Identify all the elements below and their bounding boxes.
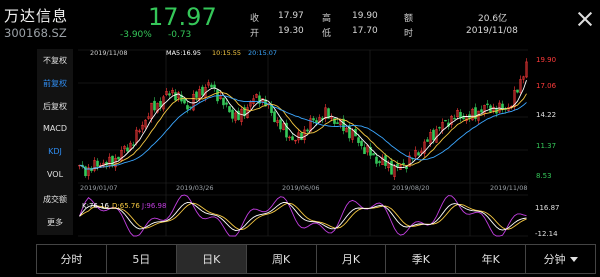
side-item-kdj[interactable]: KDJ: [37, 147, 73, 156]
kdj-axis-label: -12.14: [535, 230, 558, 238]
candle-body: [213, 84, 216, 89]
price-axis-label: 11.37: [536, 142, 556, 150]
tab-monthly-k-label: 月K: [341, 253, 361, 266]
price-axis-label: 17.06: [536, 82, 557, 90]
candle-body: [195, 91, 198, 98]
candle-body: [201, 86, 204, 96]
chart-date-label: 2019/11/08: [90, 49, 127, 57]
candle-body: [312, 118, 315, 121]
tab-weekly-k[interactable]: 周K: [246, 244, 317, 274]
candle-body: [126, 147, 129, 152]
candle-body: [300, 132, 303, 140]
date-axis-label: 2019/11/08: [490, 184, 527, 192]
kdj-legend: K:76.16 D:65.76 J:96.98: [82, 202, 166, 210]
candle-body: [231, 109, 234, 119]
candle-body: [363, 147, 366, 155]
candle-body: [159, 101, 162, 108]
kdj-axis-label: 116.87: [535, 204, 560, 212]
ma-legend-item: MA5:16.95: [166, 49, 201, 57]
candle-body: [444, 119, 447, 122]
tab-yearly-k-label: 年K: [481, 253, 500, 266]
candle-body: [168, 93, 171, 96]
candle-body: [222, 97, 225, 106]
kdj-legend-item: K:76.16: [82, 202, 110, 210]
candle-body: [390, 160, 393, 175]
ma-legend: MA5:16.95 10:15.55 20:15.07: [166, 49, 277, 57]
tab-weekly-k-label: 周K: [271, 253, 291, 266]
candle-body: [210, 84, 213, 88]
tab-monthly-k[interactable]: 月K: [316, 244, 387, 274]
price-axis-label: 14.22: [536, 111, 556, 119]
candle-body: [189, 106, 192, 108]
candle-body: [315, 120, 318, 123]
candle-body: [291, 136, 294, 141]
candle-body: [273, 111, 276, 122]
indicator-side-panel: 不复权 前复权 后复权 MACD KDJ VOL 成交额 更多: [37, 49, 73, 235]
tab-yearly-k[interactable]: 年K: [456, 244, 527, 274]
date-axis-label: 2019/03/26: [176, 184, 213, 192]
ma-legend-item: 20:15.07: [248, 49, 277, 57]
candle-body: [279, 119, 282, 130]
price-axis-label: 8.53: [536, 172, 552, 180]
tab-5day[interactable]: 5日: [106, 244, 177, 274]
chevron-down-icon: [569, 256, 578, 262]
kdj-axis-labels: 116.87 -12.14: [535, 204, 560, 238]
date-axis-label: 2019/01/07: [80, 184, 117, 192]
candle-body: [480, 109, 483, 113]
candle-body: [174, 92, 177, 101]
side-item-turnover[interactable]: 成交额: [37, 194, 73, 205]
tab-quarterly-k[interactable]: 季K: [386, 244, 457, 274]
ma-legend-item: 10:15.55: [212, 49, 241, 57]
side-item-forward-adjust[interactable]: 前复权: [37, 78, 73, 89]
side-item-macd[interactable]: MACD: [37, 124, 73, 133]
date-axis-labels: 2019/01/07 2019/03/26 2019/06/06 2019/08/20…: [80, 184, 527, 192]
candle-body: [336, 122, 339, 124]
tab-quarterly-k-label: 季K: [411, 253, 430, 266]
candle-body: [372, 153, 375, 156]
side-item-vol[interactable]: VOL: [37, 170, 73, 179]
candle-body: [153, 100, 156, 111]
candle-body: [375, 156, 378, 164]
candle-body: [228, 106, 231, 113]
date-axis-label: 2019/08/20: [392, 184, 429, 192]
candle-body: [357, 137, 360, 143]
tab-daily-k[interactable]: 日K: [176, 244, 247, 274]
candle-body: [360, 140, 363, 147]
side-item-no-adjust[interactable]: 不复权: [37, 55, 73, 66]
candle-body: [111, 155, 114, 167]
tab-minute[interactable]: 分钟: [526, 244, 596, 274]
ma10-line: [79, 91, 527, 170]
kdj-legend-item: D:65.76: [112, 202, 140, 210]
candle-body: [96, 160, 99, 167]
candle-body: [342, 118, 345, 131]
tab-5day-label: 5日: [132, 253, 151, 266]
candle-body: [378, 161, 381, 163]
tab-intraday[interactable]: 分时: [36, 244, 107, 274]
candle-body: [183, 98, 186, 104]
price-axis-labels: 19.90 17.06 14.22 11.37 8.53: [536, 56, 557, 180]
tab-minute-label: 分钟: [543, 253, 566, 266]
candle-body: [117, 156, 120, 160]
candle-body: [453, 118, 456, 120]
side-item-backward-adjust[interactable]: 后复权: [37, 101, 73, 112]
tab-intraday-label: 分时: [60, 253, 83, 266]
side-item-more[interactable]: 更多: [37, 217, 73, 228]
tab-daily-k-label: 日K: [202, 253, 221, 266]
candle-body: [438, 127, 441, 129]
kline-chart[interactable]: 2019/11/08 MA5:16.95 10:15.55 20:15.07 19.…: [0, 0, 600, 244]
price-axis-label: 19.90: [536, 56, 556, 64]
candle-body: [486, 103, 489, 105]
candle-body: [417, 152, 420, 156]
candle-body: [426, 139, 429, 142]
candle-body: [402, 162, 405, 165]
candle-body: [225, 102, 228, 105]
period-tab-bar: 分时 5日 日K 周K 月K 季K 年K 分钟: [36, 244, 596, 274]
candle-body: [516, 89, 519, 93]
date-axis-label: 2019/06/06: [282, 184, 319, 192]
candle-body: [432, 129, 435, 141]
kdj-legend-item: J:96.98: [141, 202, 166, 210]
candle-body: [186, 105, 189, 110]
candle-body: [306, 129, 309, 132]
